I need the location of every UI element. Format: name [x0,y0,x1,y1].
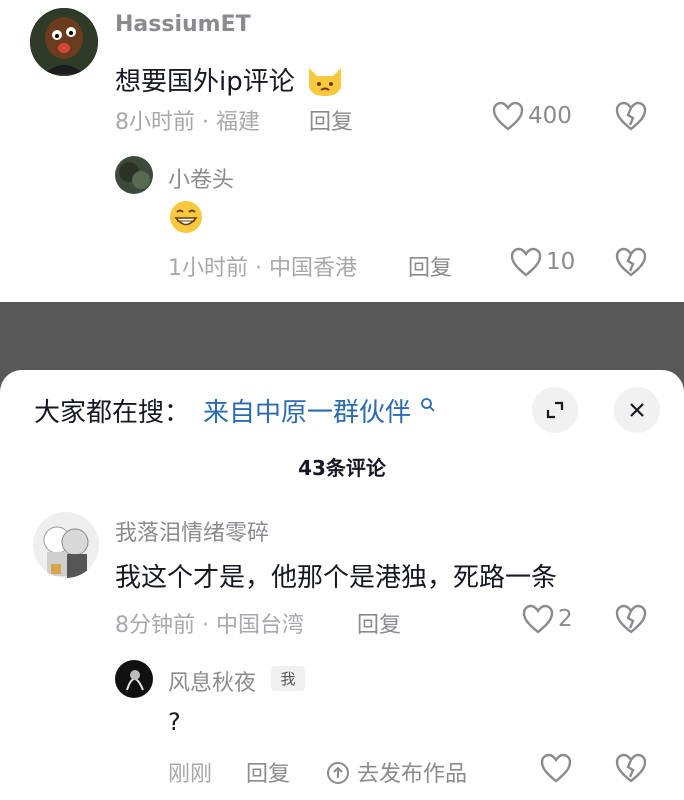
avatar-hassiumet[interactable] [30,8,98,76]
avatar-image [115,156,153,194]
reply-button[interactable]: 回复 [246,756,290,788]
trending-search-link[interactable]: 来自中原一群伙伴 [203,392,435,429]
self-badge: 我 [271,666,305,691]
comment-username[interactable]: 我落泪情绪零碎 [115,515,269,547]
comment-time: 8分钟前 [115,613,195,638]
comment-text-content: 想要国外ip评论 [115,67,295,97]
comment-location: 福建 [215,110,260,135]
search-icon [421,398,435,412]
comment-username[interactable]: HassiumET [115,12,251,37]
avatar-xiaojuantou[interactable] [115,156,153,194]
broken-heart-icon[interactable] [615,753,647,783]
heart-icon[interactable] [492,101,524,131]
cat-face-emoji-icon [309,68,341,96]
expand-button[interactable] [532,387,578,433]
avatar-woluolei[interactable] [33,512,99,578]
reply-button[interactable]: 回复 [357,607,401,639]
grin-emoji-icon [170,201,202,233]
heart-icon[interactable] [522,604,554,634]
broken-heart-icon[interactable] [615,604,647,634]
reply-time: 1小时前 [168,256,248,281]
expand-icon [546,401,564,419]
comment-text: 我这个才是，他那个是港独，死路一条 [115,563,558,593]
reply-text: ? [168,708,181,736]
heart-icon[interactable] [540,753,572,783]
upload-circle-icon [327,762,349,784]
like-count: 2 [558,606,573,632]
like-count: 10 [546,249,576,275]
avatar-image [115,660,153,698]
trending-search-label: 大家都在搜： [34,398,191,428]
broken-heart-icon[interactable] [615,247,647,277]
close-icon [630,403,644,417]
publish-work-button[interactable]: 去发布作品 [326,756,467,788]
reply-button[interactable]: 回复 [408,250,452,282]
avatar-image [33,512,99,578]
close-button[interactable] [614,387,660,433]
comment-location: 中国台湾 [215,613,304,638]
comment-time: 8小时前 [115,110,195,135]
reply-location: 中国香港 [268,256,357,281]
reply-username[interactable]: 风息秋夜 [168,665,256,697]
reply-meta: 1小时前 · 中国香港 [168,250,357,282]
publish-work-label: 去发布作品 [357,762,468,787]
trending-search-text: 来自中原一群伙伴 [203,398,412,428]
reply-username[interactable]: 小卷头 [168,162,234,194]
avatar-image [30,8,98,76]
meta-separator: · [195,110,216,135]
like-count: 400 [528,103,572,129]
broken-heart-icon[interactable] [615,101,647,131]
comment-count-title: 43条评论 [298,456,386,480]
heart-icon[interactable] [510,247,542,277]
meta-separator: · [248,256,269,281]
comment-text: 想要国外ip评论 [115,54,343,98]
reply-time: 刚刚 [168,762,213,787]
reply-button[interactable]: 回复 [309,104,353,136]
avatar-fengxiqiuye[interactable] [115,660,153,698]
comment-meta: 8分钟前 · 中国台湾 [115,607,304,639]
meta-separator: · [195,613,216,638]
comment-meta: 8小时前 · 福建 [115,104,260,136]
